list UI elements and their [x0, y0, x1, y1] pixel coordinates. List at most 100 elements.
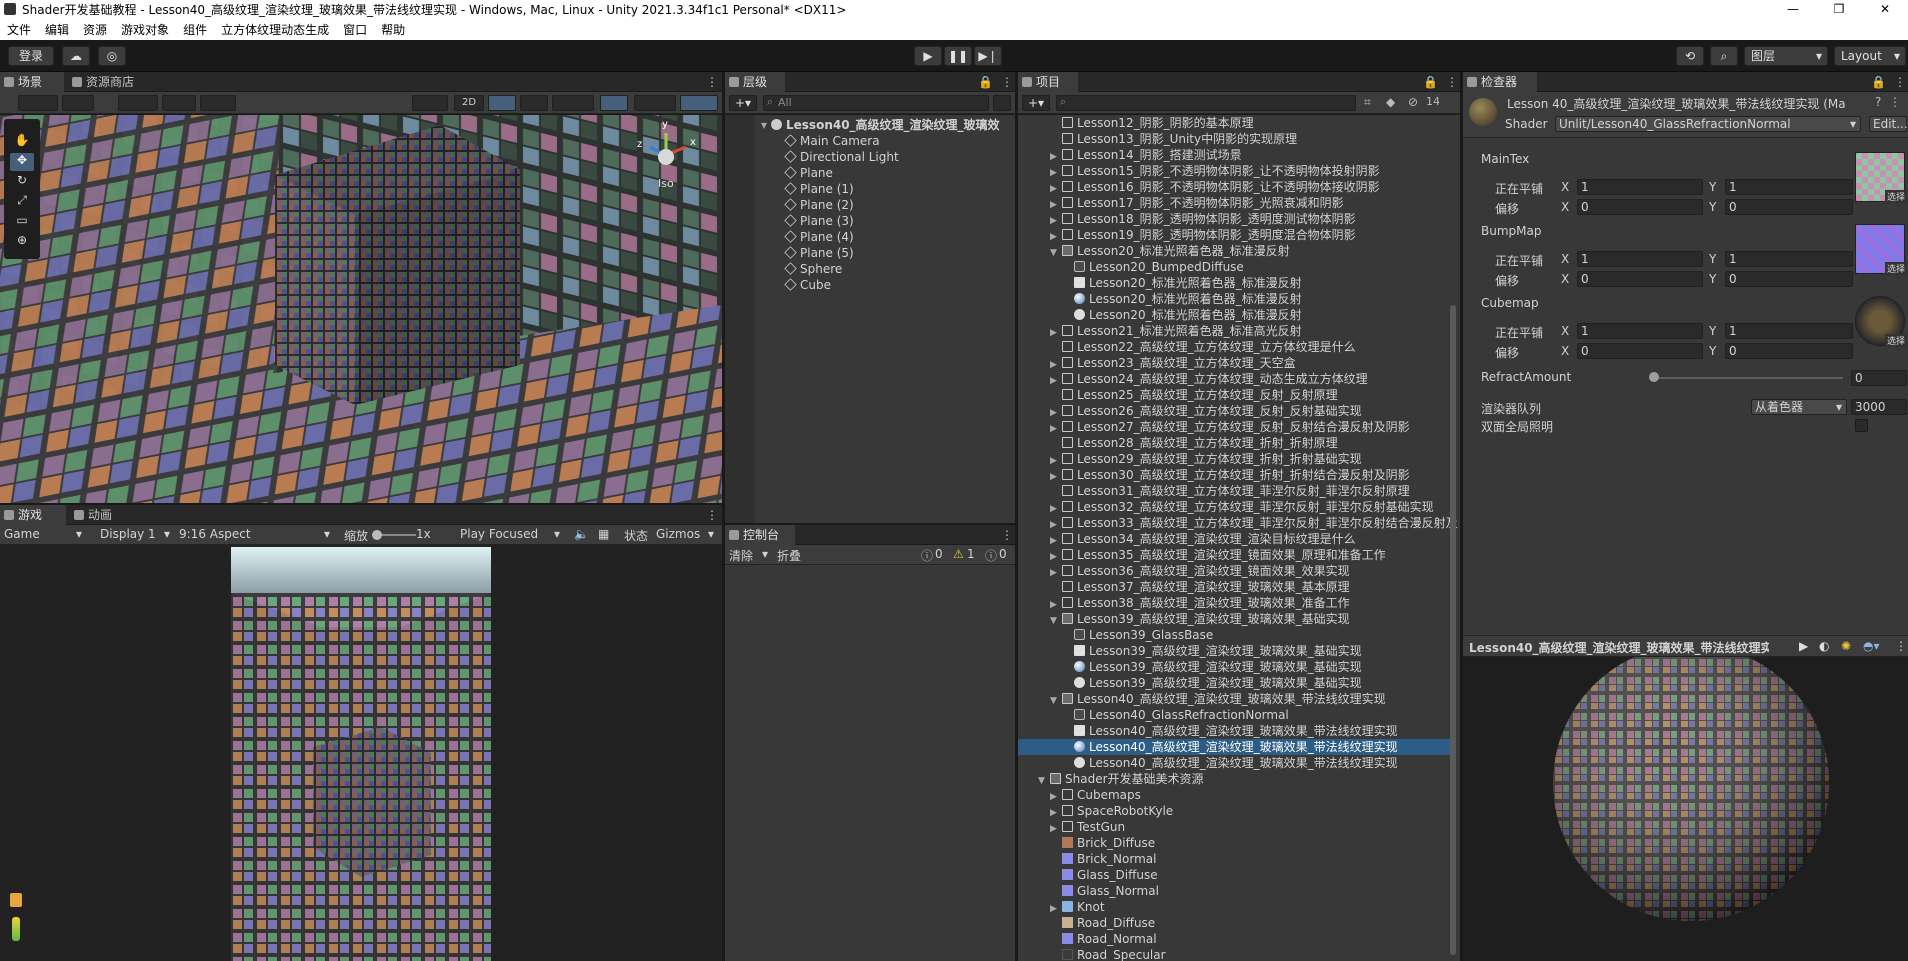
project-row[interactable]: Lesson20_标准光照着色器_标准漫反射	[1018, 307, 1450, 323]
stats-grid-icon[interactable]: ▦	[598, 527, 609, 541]
tab-asset-store[interactable]: 资源商店	[68, 72, 152, 92]
cubemap-offset-x[interactable]: 0	[1577, 343, 1703, 359]
cubemap-offset-y[interactable]: 0	[1725, 343, 1853, 359]
game-mode-dropdown[interactable]: Game	[4, 527, 40, 541]
hierarchy-item[interactable]: Directional Light	[784, 149, 899, 165]
maintex-tiling-y[interactable]: 1	[1725, 179, 1853, 195]
scene-visibility-icon[interactable]	[993, 95, 1011, 111]
game-menu-icon[interactable]: ⋮	[700, 505, 720, 525]
project-row[interactable]: ▶ Lesson32_高级纹理_立方体纹理_菲涅尔反射_菲涅尔反射基础实现	[1018, 499, 1450, 515]
project-row[interactable]: Road_Normal	[1018, 931, 1450, 947]
maintex-offset-x[interactable]: 0	[1577, 199, 1703, 215]
project-row[interactable]: ▶ Lesson29_高级纹理_立方体纹理_折射_折射基础实现	[1018, 451, 1450, 467]
project-row[interactable]: Lesson39_高级纹理_渲染纹理_玻璃效果_基础实现	[1018, 675, 1450, 691]
hierarchy-scene-root[interactable]: ▾ Lesson40_高级纹理_渲染纹理_玻璃效	[761, 117, 1011, 133]
project-row[interactable]: ▶ Lesson38_高级纹理_渲染纹理_玻璃效果_准备工作	[1018, 595, 1450, 611]
info-count[interactable]: 0	[935, 547, 943, 561]
aspect-dropdown[interactable]: 9:16 Aspect	[179, 527, 251, 541]
hierarchy-item[interactable]: Cube	[784, 277, 831, 293]
menu-component[interactable]: 组件	[176, 21, 214, 38]
project-row[interactable]: ▶ TestGun	[1018, 819, 1450, 835]
edit-shader-button[interactable]: Edit...	[1869, 116, 1908, 132]
maintex-tiling-x[interactable]: 1	[1577, 179, 1703, 195]
project-row[interactable]: ▶ SpaceRobotKyle	[1018, 803, 1450, 819]
tab-game[interactable]: 游戏	[0, 505, 66, 525]
project-row[interactable]: Lesson31_高级纹理_立方体纹理_菲涅尔反射_菲涅尔反射原理	[1018, 483, 1450, 499]
project-row[interactable]: Lesson37_高级纹理_渲染纹理_玻璃效果_基本原理	[1018, 579, 1450, 595]
project-row[interactable]: ▶ Lesson30_高级纹理_立方体纹理_折射_折射结合漫反射及阴影	[1018, 467, 1450, 483]
layout-dropdown[interactable]: Layout ▾	[1834, 46, 1906, 66]
tab-inspector[interactable]: 检查器	[1463, 72, 1537, 92]
game-view[interactable]	[0, 545, 722, 961]
project-row[interactable]: Lesson39_高级纹理_渲染纹理_玻璃效果_基础实现	[1018, 643, 1450, 659]
gizmo-iso-label[interactable]: Iso	[658, 177, 674, 190]
project-row[interactable]: ▼ Lesson20_标准光照着色器_标准漫反射	[1018, 243, 1450, 259]
menu-edit[interactable]: 编辑	[38, 21, 76, 38]
project-row[interactable]: ▶ Knot	[1018, 899, 1450, 915]
project-row[interactable]: ▶ Lesson19_阴影_透明物体阴影_透明度混合物体阴影	[1018, 227, 1450, 243]
maintex-offset-y[interactable]: 0	[1725, 199, 1853, 215]
project-row[interactable]: Road_Specular	[1018, 947, 1450, 961]
render-queue-value[interactable]: 3000	[1851, 399, 1907, 415]
project-row[interactable]: Lesson20_标准光照着色器_标准漫反射	[1018, 275, 1450, 291]
hidden-packages-icon[interactable]: ⊘	[1408, 95, 1418, 109]
project-row[interactable]: Lesson40_高级纹理_渲染纹理_玻璃效果_带法线纹理实现	[1018, 739, 1450, 755]
project-row[interactable]: ▶ Lesson36_高级纹理_渲染纹理_镜面效果_效果实现	[1018, 563, 1450, 579]
preview-light-icon[interactable]: ✺	[1841, 639, 1851, 653]
lock-icon[interactable]: 🔒	[1420, 72, 1438, 92]
project-row[interactable]: ▶ Lesson14_阴影_搭建测试场景	[1018, 147, 1450, 163]
hierarchy-item[interactable]: Plane (1)	[784, 181, 854, 197]
menu-window[interactable]: 窗口	[336, 21, 374, 38]
project-row[interactable]: Road_Diffuse	[1018, 915, 1450, 931]
project-row[interactable]: ▶ Lesson24_高级纹理_立方体纹理_动态生成立方体纹理	[1018, 371, 1450, 387]
lighting-toggle[interactable]	[488, 95, 516, 111]
project-row[interactable]: ▶ Lesson21_标准光照着色器_标准高光反射	[1018, 323, 1450, 339]
collapse-button[interactable]: 折叠	[777, 547, 801, 564]
bumpmap-offset-y[interactable]: 0	[1725, 271, 1853, 287]
project-row[interactable]: Lesson22_高级纹理_立方体纹理_立方体纹理是什么	[1018, 339, 1450, 355]
project-scrollbar[interactable]	[1450, 305, 1456, 955]
effects-dropdown[interactable]	[552, 95, 594, 111]
increment-snap-dropdown[interactable]	[162, 95, 196, 111]
rect-tool-icon[interactable]: ▭	[10, 213, 34, 231]
console-log-area[interactable]	[725, 565, 1015, 961]
project-row[interactable]: ▶ Lesson18_阴影_透明物体阴影_透明度测试物体阴影	[1018, 211, 1450, 227]
filter-type-icon[interactable]: ⌗	[1364, 95, 1371, 110]
scale-tool-icon[interactable]: ⤢	[10, 193, 34, 211]
gizmos-dropdown[interactable]	[680, 95, 718, 111]
render-queue-dropdown[interactable]: 从着色器 ▾	[1751, 399, 1847, 415]
login-button[interactable]: 登录	[8, 46, 54, 66]
project-row[interactable]: Lesson39_高级纹理_渲染纹理_玻璃效果_基础实现	[1018, 659, 1450, 675]
grid-snap-dropdown[interactable]	[118, 95, 158, 111]
stats-toggle[interactable]: 状态	[624, 527, 648, 544]
cloud-icon[interactable]: ☁	[62, 46, 90, 66]
menu-cubemap-gen[interactable]: 立方体纹理动态生成	[214, 21, 336, 38]
maximize-button[interactable]: ❐	[1816, 0, 1862, 18]
preview-menu-icon[interactable]: ⋮	[1895, 639, 1907, 653]
transform-tool-icon[interactable]: ⊕	[10, 233, 34, 251]
lock-icon[interactable]: 🔒	[975, 72, 993, 92]
camera-dropdown[interactable]	[634, 95, 676, 111]
close-button[interactable]: ✕	[1862, 0, 1908, 18]
scene-menu-icon[interactable]: ⋮	[700, 72, 720, 92]
search-icon[interactable]: ⌕	[1710, 46, 1738, 66]
tab-animation[interactable]: 动画	[70, 505, 130, 525]
project-row[interactable]: ▶ Lesson26_高级纹理_立方体纹理_反射_反射基础实现	[1018, 403, 1450, 419]
rotate-tool-icon[interactable]: ↻	[10, 173, 34, 191]
project-row[interactable]: Glass_Diffuse	[1018, 867, 1450, 883]
project-row[interactable]: Brick_Diffuse	[1018, 835, 1450, 851]
maintex-select-button[interactable]: 选择	[1885, 190, 1908, 203]
project-row[interactable]: ▶ Lesson35_高级纹理_渲染纹理_镜面效果_原理和准备工作	[1018, 547, 1450, 563]
refract-slider-track[interactable]	[1653, 377, 1843, 379]
project-row[interactable]: Lesson39_GlassBase	[1018, 627, 1450, 643]
project-row[interactable]: Lesson25_高级纹理_立方体纹理_反射_反射原理	[1018, 387, 1450, 403]
project-row[interactable]: Lesson40_高级纹理_渲染纹理_玻璃效果_带法线纹理实现	[1018, 723, 1450, 739]
project-row[interactable]: Glass_Normal	[1018, 883, 1450, 899]
pause-button[interactable]: ❚❚	[944, 46, 972, 66]
hierarchy-item[interactable]: Plane	[784, 165, 833, 181]
menu-file[interactable]: 文件	[0, 21, 38, 38]
play-preview-icon[interactable]: ▶	[1799, 639, 1808, 653]
project-row[interactable]: ▶ Lesson16_阴影_不透明物体阴影_让不透明物体接收阴影	[1018, 179, 1450, 195]
project-row[interactable]: Lesson40_高级纹理_渲染纹理_玻璃效果_带法线纹理实现	[1018, 755, 1450, 771]
move-tool-icon[interactable]: ✥	[10, 153, 34, 171]
